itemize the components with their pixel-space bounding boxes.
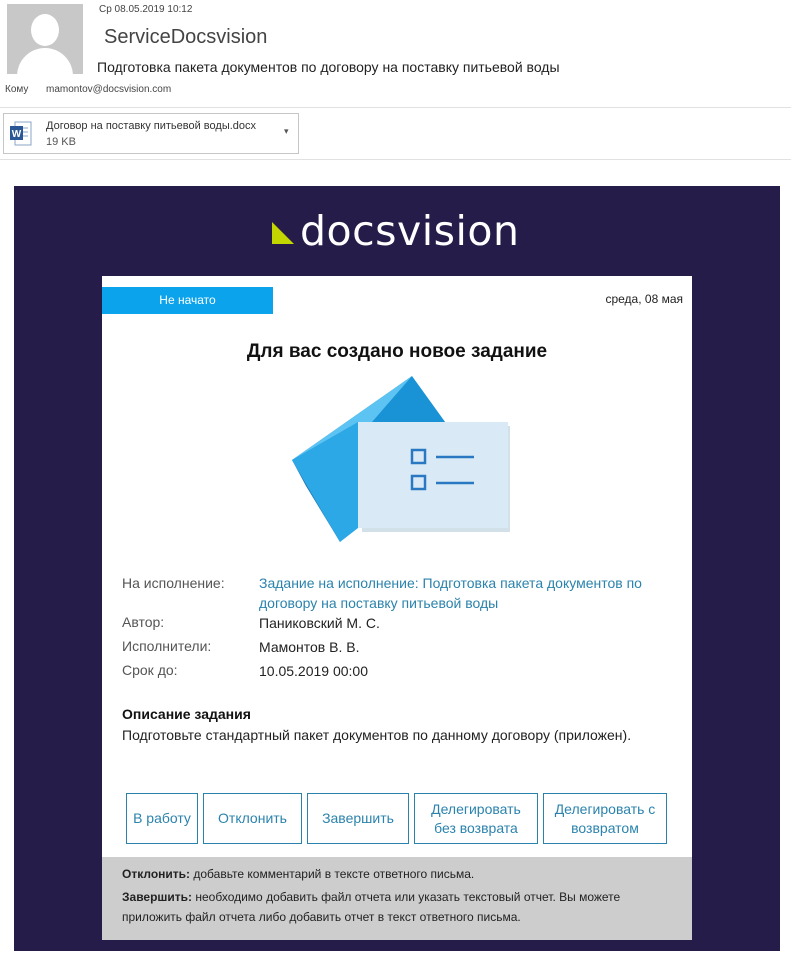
to-label: Кому [5,84,29,95]
reject-instruction-text: добавьте комментарий в тексте ответного … [190,867,475,881]
description-title: Описание задания [122,706,251,722]
description-text: Подготовьте стандартный пакет документов… [122,727,632,743]
delegate-no-return-label: Делегировать без возврата [431,800,521,836]
task-link[interactable]: Задание на исполнение: Подготовка пакета… [259,573,679,613]
complete-instruction-text: необходимо добавить файл отчета или указ… [122,890,621,924]
deadline-value: 10.05.2019 00:00 [259,663,368,679]
attachment-divider [0,159,791,160]
attachment-file-size: 19 KB [46,136,76,148]
status-badge: Не начато [102,287,273,314]
instructions-note: Отклонить: добавьте комментарий в тексте… [102,857,692,940]
sender-name[interactable]: ServiceDocsvision [104,26,267,49]
reject-button-label: Отклонить [218,810,287,826]
in-work-button-label: В работу [133,810,191,826]
delegate-no-return-button[interactable]: Делегировать без возврата [414,793,538,844]
complete-instruction-title: Завершить: [122,890,193,904]
avatar-head [31,14,59,46]
delegate-with-return-label: Делегировать с возвратом [554,800,656,836]
complete-instruction: Завершить: необходимо добавить файл отче… [122,887,672,927]
task-label: На исполнение: [122,575,225,591]
performers-label: Исполнители: [122,638,212,654]
author-value: Паниковский М. С. [259,615,380,631]
email-subject: Подготовка пакета документов по договору… [97,59,560,75]
header-divider [0,107,791,108]
word-doc-icon: W [10,121,32,146]
reject-instruction: Отклонить: добавьте комментарий в тексте… [122,864,474,884]
complete-button-label: Завершить [322,810,394,826]
author-label: Автор: [122,614,165,630]
sender-avatar [7,4,83,74]
in-work-button[interactable]: В работу [126,793,198,844]
complete-button[interactable]: Завершить [307,793,409,844]
svg-text:W: W [12,129,22,140]
task-card: Не начато среда, 08 мая Для вас создано … [102,276,692,940]
delegate-with-return-button[interactable]: Делегировать с возвратом [543,793,667,844]
task-date: среда, 08 мая [605,292,683,306]
logo-text: docsvision [300,207,520,255]
attachment-item[interactable]: W Договор на поставку питьевой воды.docx… [3,113,299,154]
reject-button[interactable]: Отклонить [203,793,302,844]
performers-value: Мамонтов В. В. [259,639,360,655]
attachment-file-name: Договор на поставку питьевой воды.docx [46,120,257,132]
reject-instruction-title: Отклонить: [122,867,191,881]
envelope-task-icon [292,376,510,542]
deadline-label: Срок до: [122,662,178,678]
to-recipient[interactable]: mamontov@docsvision.com [46,84,171,95]
task-card-title: Для вас создано новое задание [246,341,548,362]
logo-mark-icon [272,222,294,244]
avatar-body [17,48,73,74]
chevron-down-icon[interactable]: ▾ [284,126,289,137]
email-date: Ср 08.05.2019 10:12 [99,4,193,15]
